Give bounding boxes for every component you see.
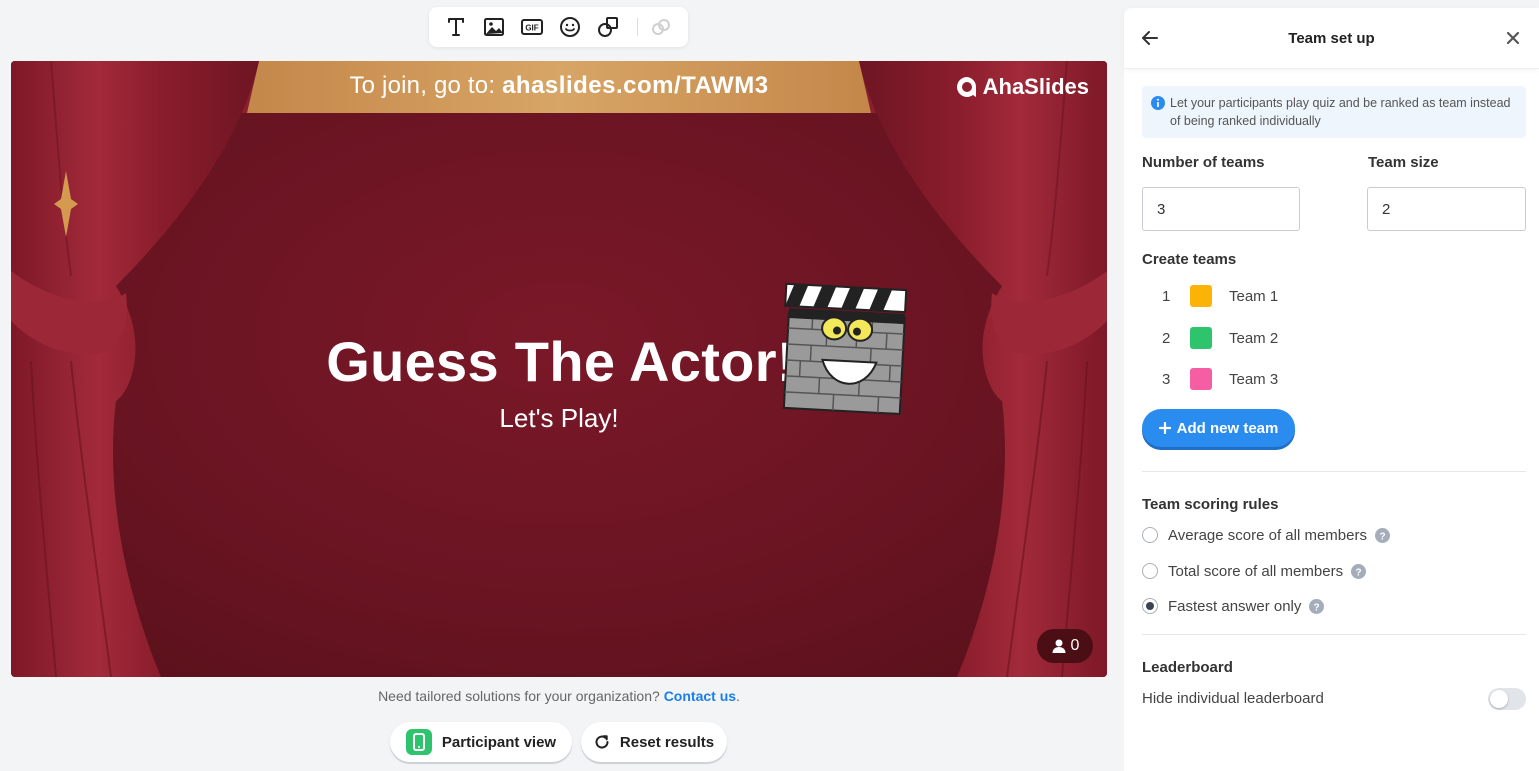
refresh-icon bbox=[595, 735, 609, 749]
participant-count: 0 bbox=[1070, 637, 1080, 654]
close-icon bbox=[1506, 31, 1520, 45]
emoji-icon bbox=[560, 17, 581, 37]
text-icon bbox=[448, 18, 464, 36]
text-tool[interactable] bbox=[437, 7, 475, 47]
reset-results-label: Reset results bbox=[619, 733, 715, 751]
radio-label: Fastest answer only bbox=[1168, 597, 1302, 615]
info-icon bbox=[1151, 96, 1165, 110]
team-row-3[interactable]: 3 Team 3 bbox=[1162, 367, 1278, 391]
slide-toolbar: GIF bbox=[429, 7, 688, 47]
panel-header: Team set up bbox=[1124, 8, 1539, 69]
help-icon[interactable]: ? bbox=[1351, 563, 1367, 579]
scoring-option-average[interactable]: Average score of all members ? bbox=[1142, 525, 1390, 545]
link-icon bbox=[652, 19, 671, 35]
svg-text:?: ? bbox=[1314, 602, 1320, 613]
brand-name: AhaSlides bbox=[982, 74, 1089, 99]
emoji-tool[interactable] bbox=[551, 7, 589, 47]
phone-icon bbox=[405, 729, 432, 755]
ahaslides-logo: AhaSlides bbox=[955, 74, 1089, 100]
radio-button[interactable] bbox=[1142, 527, 1158, 543]
radio-button-selected[interactable] bbox=[1142, 598, 1158, 614]
scoring-option-fastest[interactable]: Fastest answer only ? bbox=[1142, 596, 1325, 616]
image-icon bbox=[484, 18, 505, 36]
team-row-1[interactable]: 1 Team 1 bbox=[1162, 284, 1278, 308]
radio-button[interactable] bbox=[1142, 563, 1158, 579]
participant-view-label: Participant view bbox=[441, 733, 557, 751]
gif-icon: GIF bbox=[521, 19, 544, 35]
footer-note: Need tailored solutions for your organiz… bbox=[11, 688, 1107, 704]
help-icon[interactable]: ? bbox=[1374, 527, 1390, 543]
number-of-teams-input[interactable] bbox=[1142, 187, 1300, 231]
svg-text:?: ? bbox=[1379, 531, 1385, 542]
team-number: 2 bbox=[1162, 329, 1171, 347]
contact-us-link[interactable]: Contact us bbox=[664, 688, 736, 704]
gif-tool[interactable]: GIF bbox=[513, 7, 551, 47]
ahaslides-logo-icon bbox=[956, 77, 976, 97]
slide-canvas[interactable]: To join, go to: ahaslides.com/TAWM3 AhaS… bbox=[11, 61, 1107, 677]
divider bbox=[1142, 471, 1526, 472]
link-tool[interactable] bbox=[642, 7, 680, 47]
info-text: Let your participants play quiz and be r… bbox=[1170, 96, 1511, 128]
svg-text:GIF: GIF bbox=[525, 24, 538, 33]
slide-title[interactable]: Guess The Actor! bbox=[311, 329, 811, 394]
team-name[interactable]: Team 2 bbox=[1229, 330, 1278, 347]
participant-view-button[interactable]: Participant view bbox=[390, 722, 572, 762]
shapes-icon bbox=[598, 17, 619, 37]
join-prefix: To join, go to: bbox=[349, 72, 503, 99]
join-url: ahaslides.com/TAWM3 bbox=[502, 72, 769, 99]
leaderboard-label: Leaderboard bbox=[1142, 659, 1233, 676]
team-setup-panel: Team set up Let your participants play q… bbox=[1124, 8, 1539, 771]
team-number: 3 bbox=[1162, 370, 1171, 388]
arrow-left-icon bbox=[1142, 31, 1158, 45]
toolbar-divider bbox=[637, 18, 639, 36]
add-new-team-label: Add new team bbox=[1176, 419, 1279, 437]
hide-leaderboard-toggle[interactable] bbox=[1488, 688, 1526, 710]
team-color-swatch[interactable] bbox=[1190, 368, 1212, 390]
team-number: 1 bbox=[1162, 287, 1171, 305]
team-color-swatch[interactable] bbox=[1190, 327, 1212, 349]
shapes-tool[interactable] bbox=[589, 7, 627, 47]
join-instruction: To join, go to: ahaslides.com/TAWM3 bbox=[261, 72, 857, 100]
svg-text:?: ? bbox=[1356, 567, 1362, 578]
close-button[interactable] bbox=[1503, 28, 1523, 48]
image-tool[interactable] bbox=[475, 7, 513, 47]
divider bbox=[1142, 634, 1526, 635]
team-color-swatch[interactable] bbox=[1190, 285, 1212, 307]
toggle-knob bbox=[1490, 690, 1508, 708]
footer-note-text: Need tailored solutions for your organiz… bbox=[378, 688, 664, 704]
team-scoring-label: Team scoring rules bbox=[1142, 496, 1279, 513]
team-info-box: Let your participants play quiz and be r… bbox=[1142, 86, 1526, 138]
footer-note-end: . bbox=[736, 688, 740, 704]
create-teams-label: Create teams bbox=[1142, 251, 1237, 268]
team-row-2[interactable]: 2 Team 2 bbox=[1162, 326, 1278, 350]
radio-label: Average score of all members bbox=[1168, 526, 1367, 544]
team-size-label: Team size bbox=[1368, 154, 1439, 171]
panel-title: Team set up bbox=[1288, 29, 1375, 47]
plus-icon bbox=[1158, 422, 1171, 434]
hide-leaderboard-label: Hide individual leaderboard bbox=[1142, 690, 1324, 707]
team-size-input[interactable] bbox=[1367, 187, 1526, 231]
add-new-team-button[interactable]: Add new team bbox=[1142, 409, 1295, 447]
radio-label: Total score of all members bbox=[1168, 562, 1344, 580]
clapperboard-image[interactable] bbox=[781, 283, 909, 417]
back-button[interactable] bbox=[1140, 28, 1160, 48]
help-icon[interactable]: ? bbox=[1309, 598, 1325, 614]
reset-results-button[interactable]: Reset results bbox=[581, 722, 727, 762]
number-of-teams-label: Number of teams bbox=[1142, 154, 1265, 171]
participant-count-badge[interactable]: 0 bbox=[1037, 629, 1093, 663]
team-name[interactable]: Team 3 bbox=[1229, 371, 1278, 388]
scoring-option-total[interactable]: Total score of all members ? bbox=[1142, 561, 1367, 581]
slide-subtitle[interactable]: Let's Play! bbox=[311, 403, 807, 434]
user-icon bbox=[1052, 639, 1066, 653]
team-name[interactable]: Team 1 bbox=[1229, 288, 1278, 305]
